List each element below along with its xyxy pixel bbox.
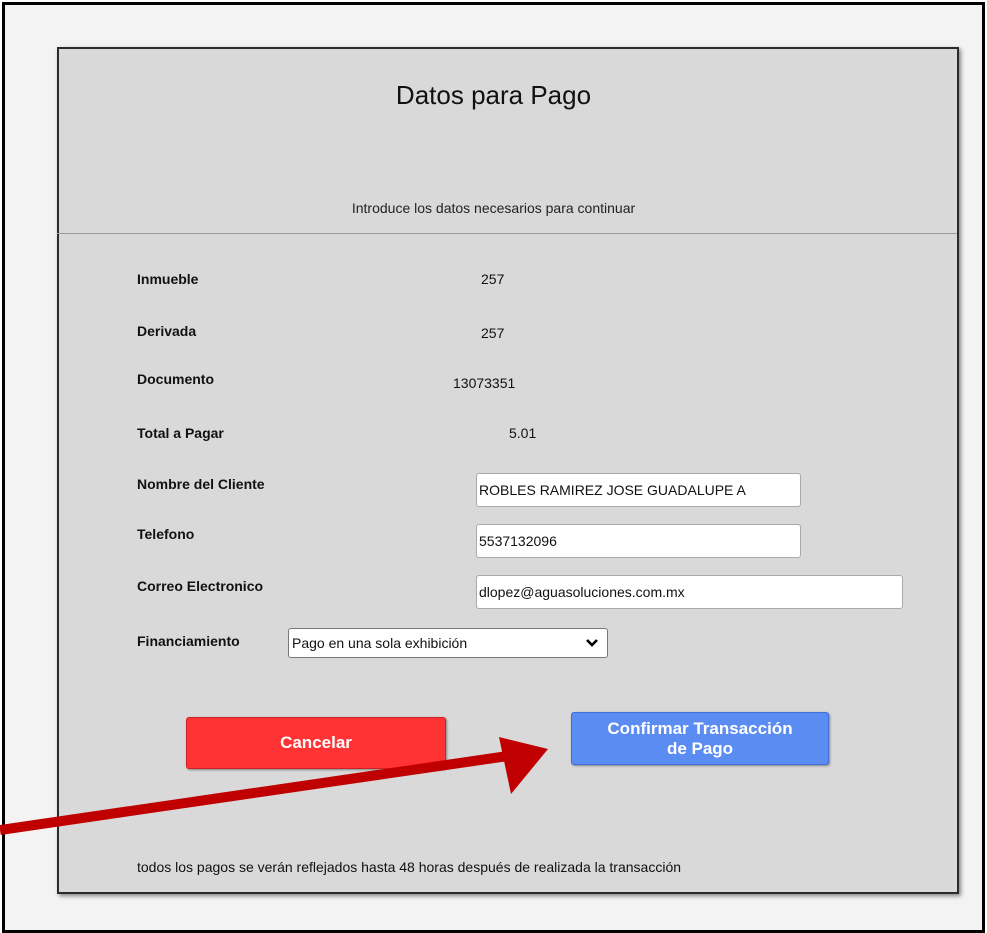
arrow-icon bbox=[0, 737, 548, 835]
